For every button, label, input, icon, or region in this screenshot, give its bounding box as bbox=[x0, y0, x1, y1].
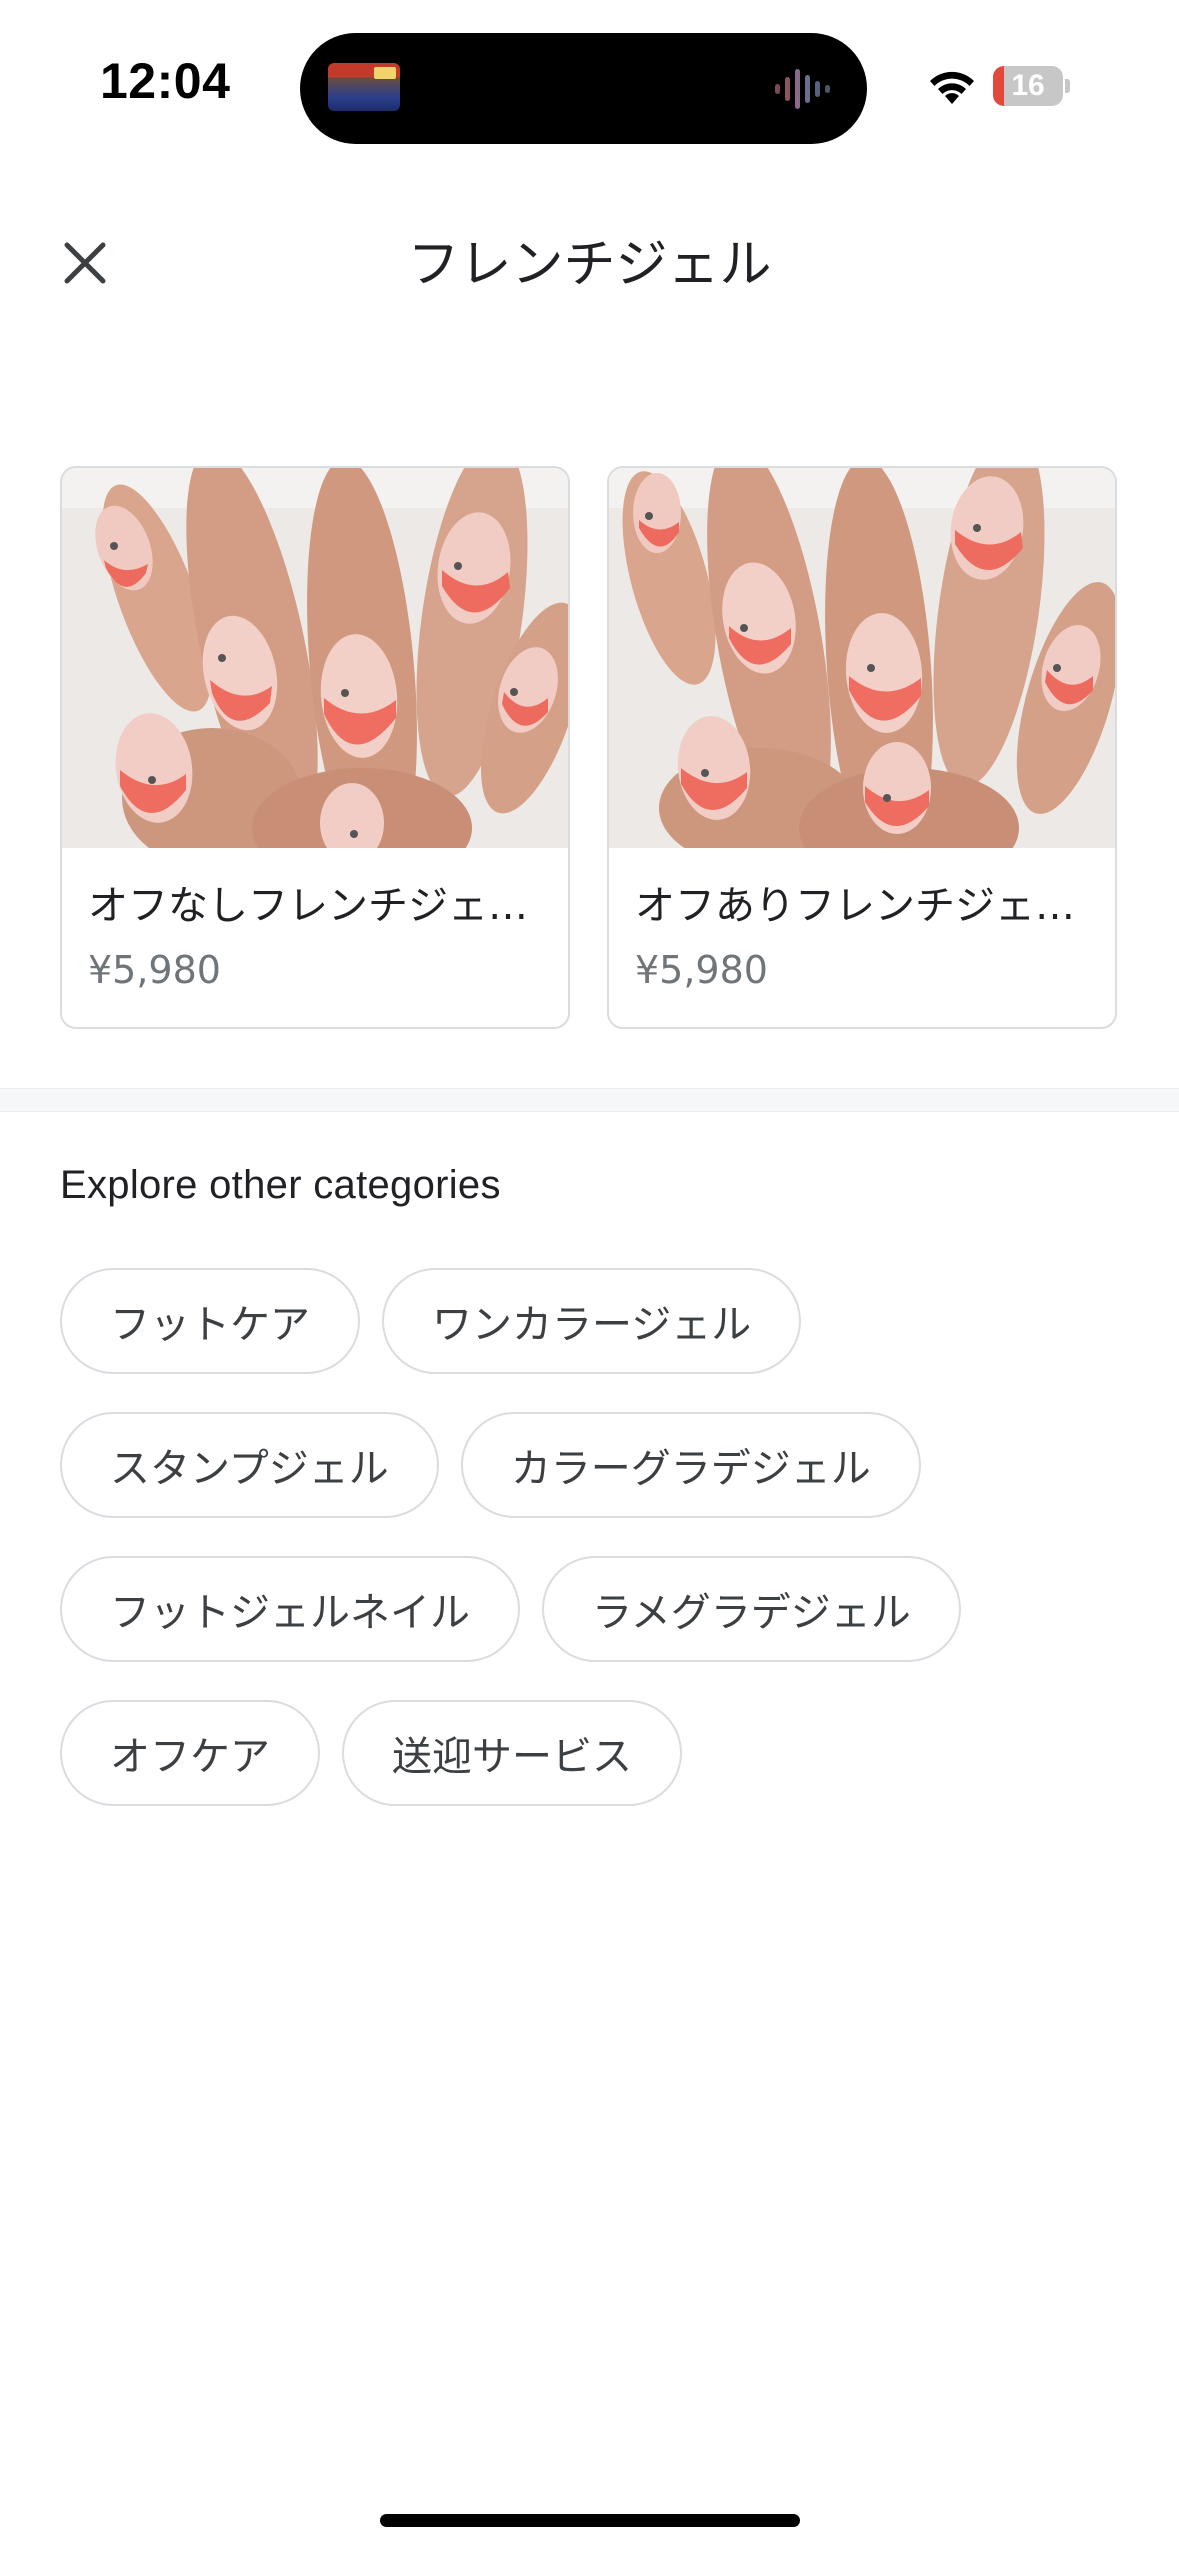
audio-wave-icon bbox=[775, 69, 830, 109]
section-divider bbox=[0, 1088, 1179, 1112]
status-time: 12:04 bbox=[100, 53, 231, 109]
battery-tip bbox=[1065, 79, 1070, 93]
dynamic-island[interactable] bbox=[300, 33, 867, 144]
product-image bbox=[609, 468, 1115, 848]
chip-row: フットケア ワンカラージェル bbox=[60, 1268, 1120, 1374]
chip-row: オフケア 送迎サービス bbox=[60, 1700, 1120, 1806]
chip-row: フットジェルネイル ラメグラデジェル bbox=[60, 1556, 1120, 1662]
product-price: ¥5,980 bbox=[88, 948, 221, 992]
category-chip[interactable]: フットケア bbox=[60, 1268, 360, 1374]
header: フレンチジェル bbox=[0, 180, 1179, 340]
product-image bbox=[62, 468, 568, 848]
category-chip[interactable]: ワンカラージェル bbox=[382, 1268, 802, 1374]
category-chip[interactable]: カラーグラデジェル bbox=[460, 1412, 921, 1518]
status-bar: 12:04 16 bbox=[0, 0, 1179, 150]
close-icon bbox=[64, 242, 106, 284]
product-price: ¥5,980 bbox=[635, 948, 768, 992]
battery-icon: 16 bbox=[993, 66, 1070, 106]
product-list: オフなしフレンチジェ… ¥5,980 オフありフレンチジェ… ¥5,980 bbox=[60, 466, 1120, 1031]
category-chip[interactable]: 送迎サービス bbox=[342, 1700, 682, 1806]
product-card[interactable]: オフありフレンチジェ… ¥5,980 bbox=[607, 466, 1117, 1029]
battery-body: 16 bbox=[993, 66, 1063, 106]
home-indicator[interactable] bbox=[380, 2514, 800, 2527]
page-title: フレンチジェル bbox=[407, 235, 772, 295]
category-chip[interactable]: オフケア bbox=[60, 1700, 320, 1806]
category-chip[interactable]: フットジェルネイル bbox=[60, 1556, 520, 1662]
product-name: オフありフレンチジェ… bbox=[635, 883, 1075, 929]
wifi-icon bbox=[930, 71, 974, 104]
category-chips: フットケア ワンカラージェル スタンプジェル カラーグラデジェル フットジェルネ… bbox=[60, 1268, 1120, 1844]
battery-level: 16 bbox=[1011, 69, 1045, 102]
section-title: Explore other categories bbox=[60, 1163, 501, 1207]
close-button[interactable] bbox=[40, 218, 130, 308]
live-activity-thumbnail bbox=[328, 63, 400, 111]
category-chip[interactable]: ラメグラデジェル bbox=[542, 1556, 961, 1662]
chip-row: スタンプジェル カラーグラデジェル bbox=[60, 1412, 1120, 1518]
product-name: オフなしフレンチジェ… bbox=[88, 883, 528, 929]
screen: 12:04 16 フレンチジェル オフなしフレンチジェ… ¥5,980 オフあり… bbox=[0, 0, 1179, 2556]
category-chip[interactable]: スタンプジェル bbox=[60, 1412, 439, 1518]
product-card[interactable]: オフなしフレンチジェ… ¥5,980 bbox=[60, 466, 570, 1029]
